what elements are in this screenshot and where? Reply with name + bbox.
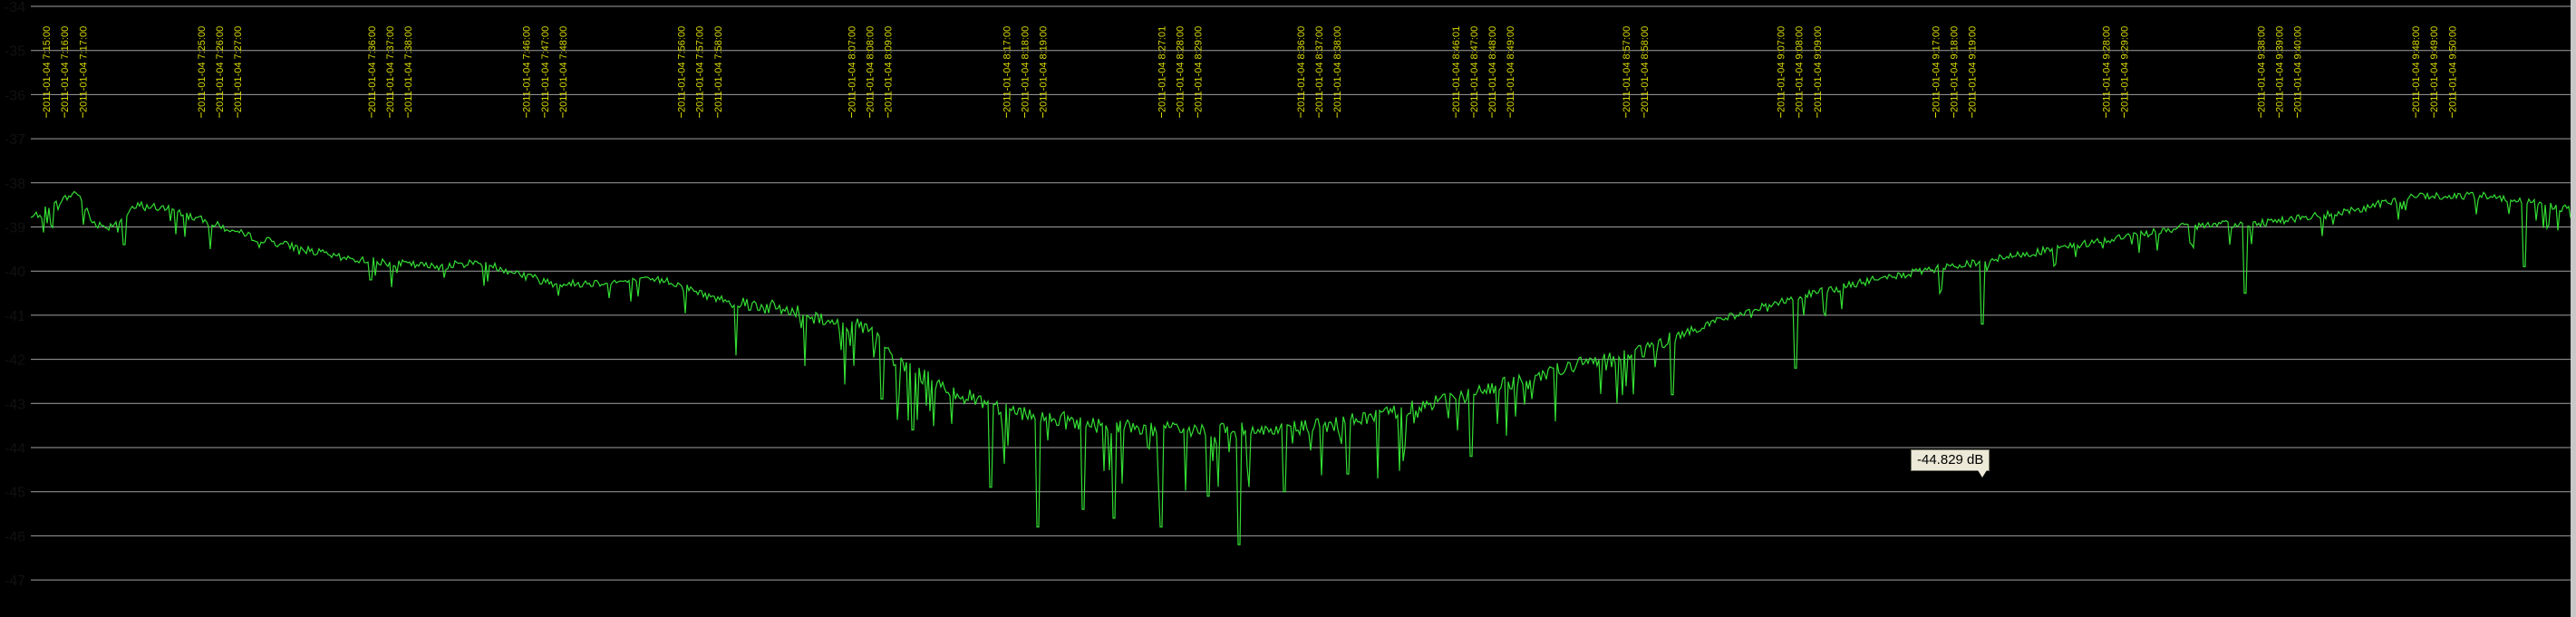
y-tick-label: -40 bbox=[5, 265, 25, 280]
timestamp-label: 2011-01-04 8:46:01 bbox=[1451, 26, 1462, 112]
y-tick-label: -37 bbox=[5, 132, 25, 148]
y-tick-label: -41 bbox=[5, 309, 25, 324]
right-frame bbox=[2571, 0, 2576, 617]
timestamp-label: 2011-01-04 7:56:00 bbox=[677, 26, 688, 112]
timestamp-label: 2011-01-04 8:57:00 bbox=[1622, 26, 1632, 112]
timestamp-label: 2011-01-04 7:38:00 bbox=[403, 26, 414, 112]
timestamp-label: 2011-01-04 8:19:00 bbox=[1039, 26, 1050, 112]
y-tick-label: -38 bbox=[5, 177, 25, 192]
timestamp-label: 2011-01-04 7:26:00 bbox=[215, 26, 226, 112]
timestamp-label: 2011-01-04 7:57:00 bbox=[695, 26, 706, 112]
y-tick-label: -43 bbox=[5, 397, 25, 412]
timestamp-label: 2011-01-04 8:17:00 bbox=[1002, 26, 1012, 112]
timestamp-label: 2011-01-04 7:48:00 bbox=[558, 26, 569, 112]
timestamp-label: 2011-01-04 8:07:00 bbox=[847, 26, 858, 112]
timestamp-label: 2011-01-04 9:17:00 bbox=[1932, 26, 1942, 112]
timestamp-label: 2011-01-04 8:47:00 bbox=[1469, 26, 1480, 112]
timestamp-label: 2011-01-04 9:08:00 bbox=[1795, 26, 1806, 112]
timestamp-label: 2011-01-04 9:39:00 bbox=[2274, 26, 2285, 112]
value-tooltip: -44.829 dB bbox=[1911, 449, 1990, 471]
timestamp-label: 2011-01-04 8:08:00 bbox=[866, 26, 876, 112]
timestamp-label: 2011-01-04 7:16:00 bbox=[60, 26, 71, 112]
timestamp-label: 2011-01-04 7:37:00 bbox=[385, 26, 396, 112]
y-tick-label: -36 bbox=[5, 88, 25, 103]
timestamp-label: 2011-01-04 9:18:00 bbox=[1950, 26, 1961, 112]
timestamp-label: 2011-01-04 9:38:00 bbox=[2256, 26, 2267, 112]
timestamp-label: 2011-01-04 9:48:00 bbox=[2411, 26, 2422, 112]
y-tick-label: -35 bbox=[5, 44, 25, 60]
spectrum-plot[interactable]: -34 -35 -36 -37 -38 -39 -40 -41 -42 -43 -44 -45 -46 -… bbox=[0, 0, 2576, 617]
timestamp-label: 2011-01-04 7:17:00 bbox=[78, 26, 89, 112]
timestamp-label: 2011-01-04 8:48:00 bbox=[1487, 26, 1498, 112]
y-tick-label: -44 bbox=[5, 441, 25, 457]
timestamp-label: 2011-01-04 7:25:00 bbox=[197, 26, 208, 112]
chart-area[interactable]: -34 -35 -36 -37 -38 -39 -40 -41 -42 -43 -44 -45 -46 -… bbox=[0, 0, 2576, 617]
timestamp-label: 2011-01-04 8:37:00 bbox=[1314, 26, 1325, 112]
timestamp-label: 2011-01-04 8:49:00 bbox=[1506, 26, 1516, 112]
timestamp-label: 2011-01-04 9:50:00 bbox=[2447, 26, 2458, 112]
y-tick-label: -47 bbox=[5, 574, 25, 589]
timestamp-label: 2011-01-04 8:09:00 bbox=[884, 26, 895, 112]
timestamp-label: 2011-01-04 7:47:00 bbox=[540, 26, 551, 112]
timestamp-label: 2011-01-04 9:49:00 bbox=[2429, 26, 2440, 112]
y-tick-label: -39 bbox=[5, 221, 25, 236]
timestamp-label: 2011-01-04 8:58:00 bbox=[1640, 26, 1651, 112]
y-tick-label: -46 bbox=[5, 529, 25, 545]
timestamp-label: 2011-01-04 7:27:00 bbox=[233, 26, 244, 112]
timestamp-label: 2011-01-04 9:19:00 bbox=[1968, 26, 1979, 112]
y-tick-label: -34 bbox=[5, 0, 25, 15]
timestamp-label: 2011-01-04 7:15:00 bbox=[42, 26, 53, 112]
timestamp-label: 2011-01-04 8:28:00 bbox=[1175, 26, 1186, 112]
timestamp-label: 2011-01-04 8:36:00 bbox=[1296, 26, 1307, 112]
timestamp-label: 2011-01-04 8:29:00 bbox=[1193, 26, 1204, 112]
timestamp-label: 2011-01-04 9:07:00 bbox=[1777, 26, 1787, 112]
timestamp-label: 2011-01-04 9:09:00 bbox=[1813, 26, 1824, 112]
timestamp-label: 2011-01-04 7:36:00 bbox=[367, 26, 378, 112]
tooltip-pointer bbox=[1978, 470, 1987, 477]
timestamp-label: 2011-01-04 9:28:00 bbox=[2101, 26, 2112, 112]
y-tick-label: -42 bbox=[5, 353, 25, 369]
timestamp-label: 2011-01-04 7:58:00 bbox=[713, 26, 724, 112]
y-tick-label: -45 bbox=[5, 486, 25, 501]
timestamp-label: 2011-01-04 7:46:00 bbox=[522, 26, 533, 112]
timestamp-label: 2011-01-04 8:18:00 bbox=[1021, 26, 1031, 112]
timestamp-label: 2011-01-04 9:40:00 bbox=[2293, 26, 2304, 112]
timestamp-label: 2011-01-04 8:38:00 bbox=[1332, 26, 1343, 112]
timestamp-label: 2011-01-04 8:27:01 bbox=[1157, 26, 1168, 112]
timestamp-label: 2011-01-04 9:29:00 bbox=[2120, 26, 2131, 112]
